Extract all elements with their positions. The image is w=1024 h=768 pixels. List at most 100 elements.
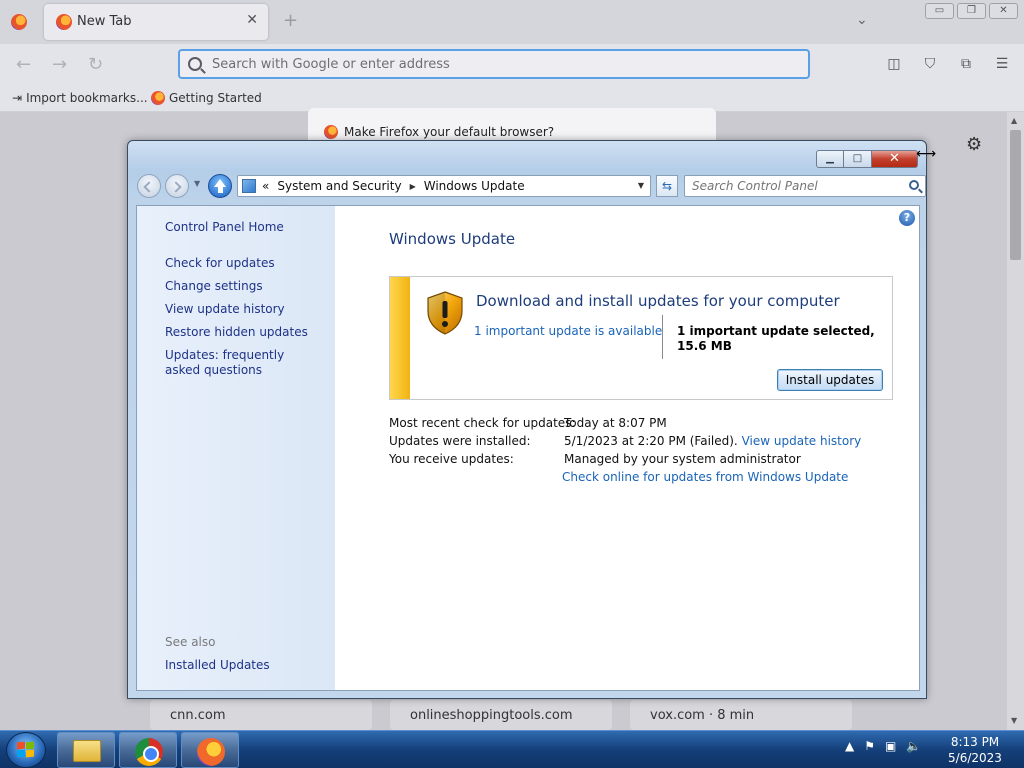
restore-button[interactable]: ❐ — [957, 3, 986, 19]
tab-close-button[interactable]: ✕ — [246, 12, 258, 28]
top-site-tile[interactable]: onlineshoppingtools.com — [390, 700, 612, 730]
import-icon: ⇥ — [12, 91, 23, 105]
tab-bar: New Tab ✕ + ⌄ ▭ ❐ ✕ — [0, 0, 1024, 44]
browser-window-controls: ▭ ❐ ✕ — [925, 3, 1018, 19]
selected-updates-summary: 1 important update selected, 15.6 MB — [677, 324, 875, 353]
window-caption-buttons: ▁ □ ✕ — [816, 150, 918, 168]
sidebar-item-control-panel-home[interactable]: Control Panel Home — [165, 220, 315, 235]
gear-icon[interactable]: ⚙ — [966, 134, 982, 155]
recent-pages-dropdown-icon[interactable]: ▼ — [194, 179, 200, 188]
volume-icon[interactable]: 🔈 — [906, 739, 921, 753]
task-pane: Control Panel Home Check for updates Cha… — [137, 206, 335, 690]
scroll-down-icon[interactable]: ▼ — [1011, 716, 1017, 725]
clock[interactable]: 8:13 PM 5/6/2023 — [940, 734, 1010, 766]
system-tray: ▲ ⚑ ▣ 🔈 — [845, 739, 921, 753]
clock-date: 5/6/2023 — [948, 751, 1002, 765]
control-panel-icon — [242, 179, 256, 193]
forward-icon[interactable]: → — [52, 54, 67, 75]
forward-button[interactable] — [165, 174, 189, 198]
update-heading: Download and install updates for your co… — [476, 292, 840, 310]
warning-stripe — [390, 277, 410, 399]
taskbar-chrome[interactable] — [119, 732, 177, 768]
taskbar-firefox[interactable] — [181, 732, 239, 768]
receive-updates-value: Managed by your system administrator — [564, 452, 801, 466]
scroll-thumb[interactable] — [1010, 130, 1021, 260]
menu-icon[interactable]: ☰ — [994, 56, 1010, 72]
network-icon[interactable]: ▣ — [885, 739, 896, 753]
address-dropdown-icon[interactable]: ▼ — [638, 181, 644, 190]
breadcrumb-windows-update[interactable]: Windows Update — [424, 179, 525, 193]
windows-logo-icon — [17, 741, 35, 759]
breadcrumb-overflow[interactable]: « — [262, 179, 269, 193]
sidebar-item-faq[interactable]: Updates: frequently asked questions — [165, 348, 315, 378]
install-updates-button[interactable]: Install updates — [777, 369, 883, 391]
main-pane: ? Windows Update Download and install up… — [335, 206, 919, 690]
update-status-panel: Download and install updates for your co… — [389, 276, 893, 400]
help-icon[interactable]: ? — [899, 210, 915, 226]
up-arrow-icon[interactable] — [208, 174, 232, 198]
extensions-icon[interactable]: ⧉ — [958, 56, 974, 72]
taskbar-explorer[interactable] — [57, 732, 115, 768]
installed-value-wrap: 5/1/2023 at 2:20 PM (Failed). View updat… — [564, 434, 861, 448]
new-tab-button[interactable]: + — [283, 10, 298, 31]
start-button[interactable] — [6, 732, 46, 768]
tab-list-button[interactable]: ⌄ — [856, 12, 868, 28]
important-updates-link[interactable]: 1 important update is available — [474, 324, 662, 338]
explorer-navigation: ▼ « System and Security ▶ Windows Update… — [136, 173, 926, 199]
firefox-logo-icon — [324, 125, 338, 139]
firefox-view-icon[interactable] — [11, 14, 27, 30]
top-site-tile[interactable]: vox.com · 8 min — [630, 700, 852, 730]
getting-started-label: Getting Started — [169, 91, 262, 105]
action-center-icon[interactable]: ⚑ — [864, 739, 875, 753]
sidebar-item-installed-updates[interactable]: Installed Updates — [165, 658, 315, 673]
page-scrollbar[interactable]: ▲ ▼ — [1007, 112, 1024, 730]
close-button[interactable]: ✕ — [989, 3, 1018, 19]
view-update-history-link[interactable]: View update history — [742, 434, 862, 448]
scroll-up-icon[interactable]: ▲ — [1011, 116, 1017, 125]
back-icon[interactable]: ← — [16, 54, 31, 75]
back-button[interactable] — [137, 174, 161, 198]
reload-icon[interactable]: ↻ — [88, 54, 103, 75]
breadcrumb-bar[interactable]: « System and Security ▶ Windows Update ▼ — [237, 175, 651, 197]
taskbar: ▲ ⚑ ▣ 🔈 8:13 PM 5/6/2023 — [0, 730, 1024, 768]
pocket-icon[interactable]: ◫ — [886, 56, 902, 72]
minimize-button[interactable]: ▭ — [925, 3, 954, 19]
clock-time: 8:13 PM — [950, 735, 1000, 749]
import-bookmarks[interactable]: ⇥ Import bookmarks... — [12, 91, 148, 105]
search-icon — [188, 57, 202, 71]
firefox-favicon-icon — [56, 14, 72, 30]
show-hidden-icons-icon[interactable]: ▲ — [845, 739, 854, 753]
breadcrumb-arrow-icon[interactable]: ▶ — [410, 182, 416, 191]
receive-updates-label: You receive updates: — [389, 452, 514, 466]
firefox-icon — [197, 738, 225, 766]
tab-new-tab[interactable]: New Tab ✕ — [44, 4, 268, 40]
getting-started-bookmark[interactable]: Getting Started — [151, 91, 262, 105]
control-panel-content: Control Panel Home Check for updates Cha… — [136, 205, 920, 691]
page-title: Windows Update — [389, 230, 516, 248]
sidebar-item-update-history[interactable]: View update history — [165, 302, 315, 317]
check-online-link[interactable]: Check online for updates from Windows Up… — [562, 470, 848, 484]
address-bar[interactable]: Search with Google or enter address — [178, 49, 810, 79]
refresh-icon[interactable]: ⇆ — [656, 175, 678, 197]
top-site-tile[interactable]: cnn.com — [150, 700, 372, 730]
divider — [662, 315, 663, 359]
firefox-favicon-icon — [151, 91, 165, 105]
breadcrumb-system-security[interactable]: System and Security — [277, 179, 401, 193]
tab-title: New Tab — [77, 14, 132, 29]
search-box[interactable] — [684, 175, 926, 197]
close-button[interactable]: ✕ — [872, 150, 918, 168]
sidebar-item-restore-hidden[interactable]: Restore hidden updates — [165, 325, 315, 340]
breadcrumb: « System and Security ▶ Windows Update — [262, 179, 525, 193]
recent-check-label: Most recent check for updates: — [389, 416, 576, 430]
sidebar-item-change-settings[interactable]: Change settings — [165, 279, 315, 294]
search-icon[interactable] — [909, 180, 919, 190]
maximize-button[interactable]: □ — [844, 150, 872, 168]
sidebar-item-check-updates[interactable]: Check for updates — [165, 256, 315, 271]
folder-icon — [73, 740, 101, 762]
minimize-button[interactable]: ▁ — [816, 150, 844, 168]
address-placeholder: Search with Google or enter address — [212, 57, 450, 72]
toolbar-icons: ◫ ⛉ ⧉ ☰ — [886, 56, 1010, 72]
installed-label: Updates were installed: — [389, 434, 531, 448]
shield-icon[interactable]: ⛉ — [922, 56, 938, 72]
search-input[interactable] — [685, 176, 895, 196]
